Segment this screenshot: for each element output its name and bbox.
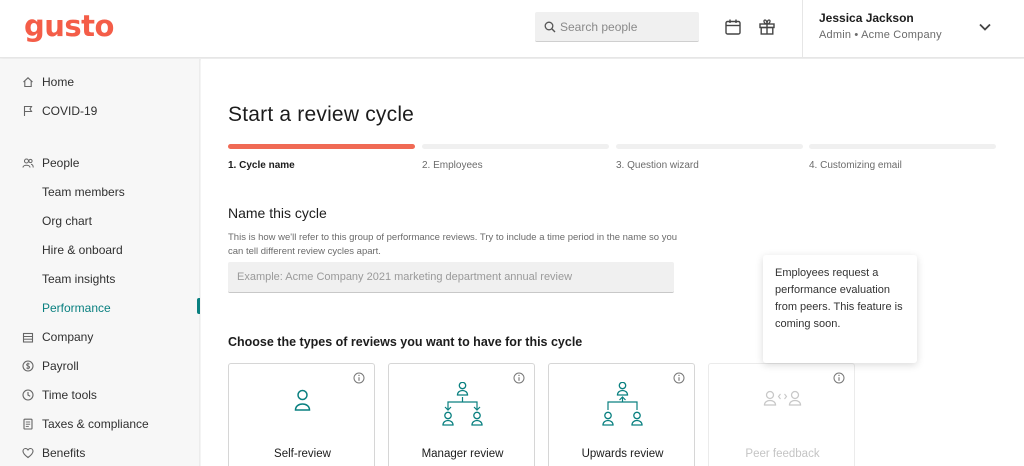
step-label-cycle-name: 1. Cycle name [228,160,295,171]
sidebar-item-label: Hire & onboard [42,243,123,257]
review-type-card-manager-review[interactable]: Manager review [388,363,535,466]
home-icon [23,77,33,88]
user-name[interactable]: Jessica Jackson [819,11,914,25]
card-label: Self-review [274,448,331,460]
upwards-review-icon [602,382,643,426]
active-indicator [197,298,200,314]
sidebar-item-label: Home [42,75,75,89]
sidebar-item-label: Payroll [42,359,79,373]
sidebar-item-label: Performance [42,301,111,315]
sidebar-item-label: Benefits [42,446,86,460]
sidebar-nav: Home COVID-19 People Team members Org ch… [0,59,200,466]
sidebar-item-org-chart[interactable]: Org chart [0,209,200,233]
step-label-employees: 2. Employees [422,160,483,171]
sidebar-item-label: Org chart [42,214,93,228]
peer-feedback-tooltip: Employees request a performance evaluati… [763,255,917,363]
dollar-icon [22,360,34,372]
top-header: gusto Jessica Jackson Admin • Acme Compa… [0,0,1024,58]
sidebar-item-performance[interactable]: Performance [0,296,200,320]
sidebar-item-team-insights[interactable]: Team insights [0,267,200,291]
header-divider [802,0,803,58]
building-icon [22,332,34,343]
heart-icon [22,447,34,459]
sidebar-item-company[interactable]: Company [0,325,200,349]
step-label-question-wizard: 3. Question wizard [616,160,699,171]
name-section-title: Name this cycle [228,205,327,221]
sidebar-item-taxes-compliance[interactable]: Taxes & compliance [0,412,200,436]
cycle-name-input[interactable] [228,262,674,293]
search-input[interactable] [560,12,695,42]
step-label-customizing-email: 4. Customizing email [809,160,902,171]
sidebar-item-label: Time tools [42,388,97,402]
manager-review-icon [442,382,483,426]
sidebar-item-team-members[interactable]: Team members [0,180,200,204]
document-icon [23,418,33,430]
people-icon [22,158,34,168]
review-type-card-upwards-review[interactable]: Upwards review [548,363,695,466]
review-type-card-peer-feedback: Peer feedback [708,363,855,466]
peer-feedback-icon [763,390,802,406]
sidebar-item-label: Team insights [42,272,116,286]
search-icon [544,21,556,33]
calendar-icon[interactable] [724,18,742,36]
review-types-title: Choose the types of reviews you want to … [228,335,583,349]
sidebar-item-label: Team members [42,185,125,199]
user-role: Admin • Acme Company [819,29,942,41]
flag-icon [23,105,33,116]
main-content: Start a review cycle 1. Cycle name 2. Em… [201,59,1024,466]
sidebar-item-label: Company [42,330,94,344]
sidebar-item-benefits[interactable]: Benefits [0,441,200,465]
search-box[interactable] [535,12,699,42]
card-label: Manager review [421,448,504,460]
clock-icon [22,389,34,401]
sidebar-item-people[interactable]: People [0,151,200,175]
step-progress-bar-4 [809,144,996,149]
sidebar-item-time-tools[interactable]: Time tools [0,383,200,407]
chevron-down-icon[interactable] [978,20,992,34]
sidebar-item-label: Taxes & compliance [42,417,149,431]
sidebar-item-label: COVID-19 [42,104,98,118]
gusto-logo[interactable]: gusto [24,9,114,43]
card-label: Peer feedback [745,448,820,460]
person-icon [294,389,311,411]
card-label: Upwards review [581,448,664,460]
sidebar-item-hire-onboard[interactable]: Hire & onboard [0,238,200,262]
step-progress-bar-2 [422,144,609,149]
page-title: Start a review cycle [228,103,415,126]
sidebar-item-payroll[interactable]: Payroll [0,354,200,378]
step-progress-bar-3 [616,144,803,149]
gift-icon[interactable] [758,18,776,36]
sidebar-item-home[interactable]: Home [0,70,200,94]
sidebar-item-covid-19[interactable]: COVID-19 [0,99,200,123]
review-type-card-self-review[interactable]: Self-review [228,363,375,466]
sidebar-item-label: People [42,156,80,170]
name-section-help: This is how we'll refer to this group of… [228,232,678,257]
step-progress-bar-1 [228,144,415,149]
